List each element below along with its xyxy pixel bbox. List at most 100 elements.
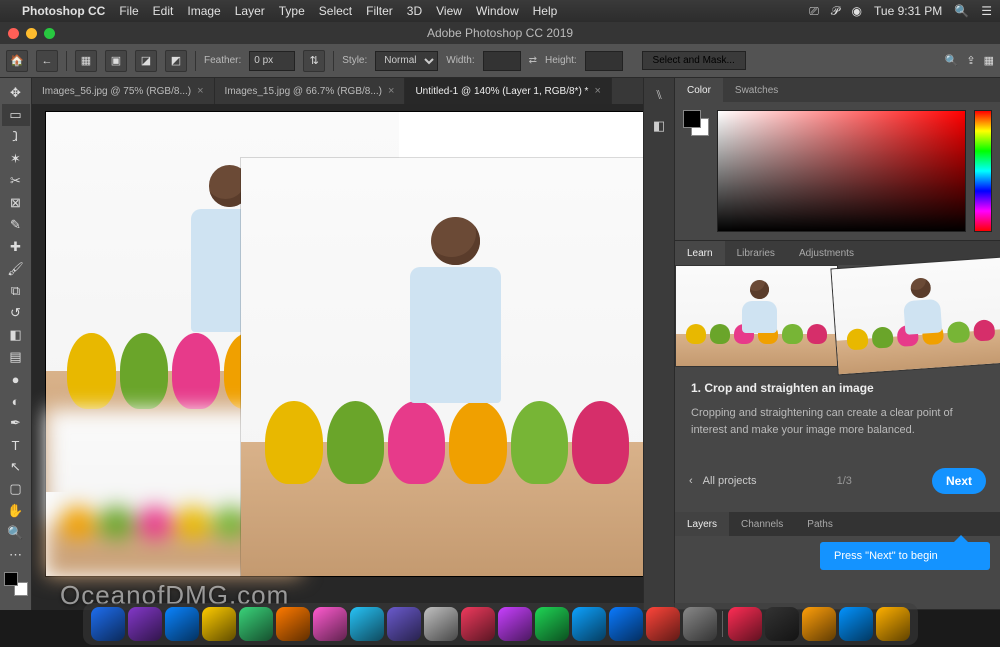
menu-edit[interactable]: Edit <box>153 4 174 18</box>
dock-app-20[interactable] <box>839 607 873 641</box>
style-select[interactable]: Normal <box>375 51 438 71</box>
tab-swatches[interactable]: Swatches <box>723 78 790 102</box>
dock-app-16[interactable] <box>683 607 717 641</box>
dock-app-13[interactable] <box>572 607 606 641</box>
close-icon[interactable]: × <box>388 85 394 97</box>
blur-tool[interactable]: ● <box>2 368 30 390</box>
doc-tab-1[interactable]: Images_15.jpg @ 66.7% (RGB/8...)× <box>215 78 406 104</box>
eraser-tool[interactable]: ◧ <box>2 324 30 346</box>
all-projects-link[interactable]: All projects <box>703 475 757 487</box>
airplay-icon[interactable]: ⎚ <box>809 4 819 19</box>
dock-app-10[interactable] <box>461 607 495 641</box>
close-icon[interactable]: × <box>197 85 203 97</box>
spotlight-icon[interactable]: 🔍 <box>954 4 969 18</box>
next-button[interactable]: Next <box>932 468 986 494</box>
doc-tab-0[interactable]: Images_56.jpg @ 75% (RGB/8...)× <box>32 78 215 104</box>
dock-app-4[interactable] <box>239 607 273 641</box>
feather-input[interactable] <box>249 51 295 71</box>
app-menu[interactable]: Photoshop CC <box>22 4 105 18</box>
brush-tool[interactable]: 🖌 <box>2 258 30 280</box>
dock-app-12[interactable] <box>535 607 569 641</box>
menu-select[interactable]: Select <box>319 4 352 18</box>
healing-tool[interactable]: ✚ <box>2 236 30 258</box>
move-tool[interactable]: ✥ <box>2 82 30 104</box>
tab-paths[interactable]: Paths <box>795 512 845 536</box>
dock-app-6[interactable] <box>313 607 347 641</box>
history-panel-icon[interactable]: ⑊ <box>649 84 669 104</box>
eyedropper-tool[interactable]: ✎ <box>2 214 30 236</box>
tab-libraries[interactable]: Libraries <box>725 241 787 265</box>
hand-tool[interactable]: ✋ <box>2 500 30 522</box>
color-fg-bg-swatches[interactable] <box>683 110 709 232</box>
gradient-tool[interactable]: ▤ <box>2 346 30 368</box>
menu-help[interactable]: Help <box>533 4 558 18</box>
canvas[interactable] <box>32 104 643 610</box>
menu-window[interactable]: Window <box>476 4 519 18</box>
tab-color[interactable]: Color <box>675 78 723 102</box>
dock-app-14[interactable] <box>609 607 643 641</box>
tab-channels[interactable]: Channels <box>729 512 795 536</box>
dock-app-8[interactable] <box>387 607 421 641</box>
tab-learn[interactable]: Learn <box>675 241 725 265</box>
type-tool[interactable]: T <box>2 434 30 456</box>
menu-view[interactable]: View <box>436 4 462 18</box>
back-arrow-icon[interactable]: ← <box>36 50 58 72</box>
crop-tool[interactable]: ✂ <box>2 170 30 192</box>
dock-app-21[interactable] <box>876 607 910 641</box>
menu-list-icon[interactable]: ☰ <box>981 4 992 18</box>
dock-app-7[interactable] <box>350 607 384 641</box>
eye-icon[interactable]: ◉ <box>852 4 862 18</box>
document-canvas[interactable] <box>46 112 643 576</box>
close-window-icon[interactable] <box>8 28 19 39</box>
marquee-tool[interactable]: ▭ <box>2 104 30 126</box>
anti-alias-toggle[interactable]: ⇅ <box>303 50 325 72</box>
history-brush-tool[interactable]: ↺ <box>2 302 30 324</box>
close-icon[interactable]: × <box>594 85 600 97</box>
dock-app-19[interactable] <box>802 607 836 641</box>
menu-image[interactable]: Image <box>187 4 220 18</box>
shape-tool[interactable]: ▢ <box>2 478 30 500</box>
zoom-window-icon[interactable] <box>44 28 55 39</box>
fg-bg-swatches[interactable] <box>4 572 28 596</box>
properties-panel-icon[interactable]: ◧ <box>649 116 669 136</box>
workspace-icon[interactable]: ▦ <box>984 54 994 67</box>
menu-3d[interactable]: 3D <box>407 4 422 18</box>
search-icon[interactable]: 🔍 <box>945 54 959 67</box>
stamp-tool[interactable]: ⧉ <box>2 280 30 302</box>
dock-app-18[interactable] <box>765 607 799 641</box>
window-controls[interactable] <box>8 28 55 39</box>
pen-tool[interactable]: ✒ <box>2 412 30 434</box>
select-and-mask-button[interactable]: Select and Mask... <box>642 51 746 70</box>
menu-file[interactable]: File <box>119 4 138 18</box>
menu-type[interactable]: Type <box>279 4 305 18</box>
dock-app-2[interactable] <box>165 607 199 641</box>
menu-filter[interactable]: Filter <box>366 4 393 18</box>
subtract-select-icon[interactable]: ◩ <box>165 50 187 72</box>
script-icon[interactable]: 𝒫 <box>831 4 840 19</box>
overlap-select-icon[interactable]: ▣ <box>105 50 127 72</box>
menubar-clock[interactable]: Tue 9:31 PM <box>874 4 942 18</box>
dodge-tool[interactable]: ◐ <box>2 390 30 412</box>
tab-layers[interactable]: Layers <box>675 512 729 536</box>
dock-app-11[interactable] <box>498 607 532 641</box>
dock-app-9[interactable] <box>424 607 458 641</box>
quick-select-tool[interactable]: ✶ <box>2 148 30 170</box>
dock-app-15[interactable] <box>646 607 680 641</box>
chevron-left-icon[interactable]: ‹ <box>689 475 693 487</box>
home-button[interactable]: 🏠 <box>6 50 28 72</box>
dock-app-5[interactable] <box>276 607 310 641</box>
zoom-tool[interactable]: 🔍 <box>2 522 30 544</box>
share-icon[interactable]: ⇪ <box>966 54 975 67</box>
dock-app-17[interactable] <box>728 607 762 641</box>
lasso-tool[interactable]: ⱹ <box>2 126 30 148</box>
doc-tab-2[interactable]: Untitled-1 @ 140% (Layer 1, RGB/8*) *× <box>405 78 611 104</box>
tab-adjustments[interactable]: Adjustments <box>787 241 866 265</box>
rect-select-icon[interactable]: ▦ <box>75 50 97 72</box>
dock-app-0[interactable] <box>91 607 125 641</box>
color-field[interactable] <box>717 110 966 232</box>
dock-app-1[interactable] <box>128 607 162 641</box>
edit-toolbar-icon[interactable]: ⋯ <box>2 544 30 566</box>
minimize-window-icon[interactable] <box>26 28 37 39</box>
hue-slider[interactable] <box>974 110 992 232</box>
path-select-tool[interactable]: ↖ <box>2 456 30 478</box>
